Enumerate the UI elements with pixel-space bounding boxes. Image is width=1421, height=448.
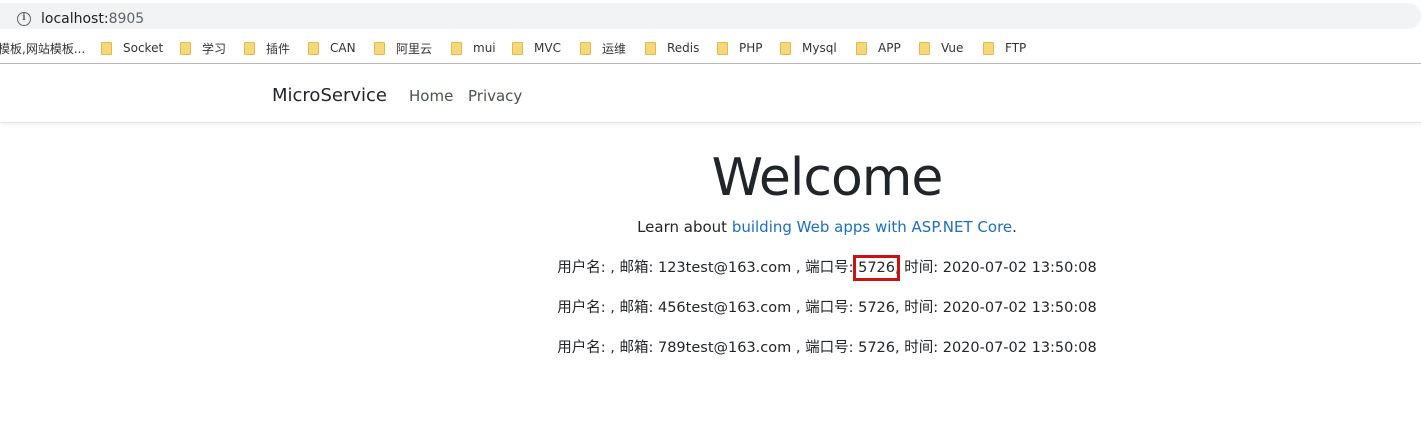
navbar-brand[interactable]: MicroService bbox=[272, 84, 387, 108]
user-row: 用户名: , 邮箱: 456test@163.com , 端口号: 5726, … bbox=[0, 298, 1421, 318]
user-email: 456test@163.com bbox=[657, 300, 792, 316]
bookmark-label: Redis bbox=[667, 41, 700, 55]
bookmark-folder[interactable]: 学习 bbox=[180, 33, 226, 63]
user-prefix: 用户名: , 邮箱: bbox=[557, 340, 658, 356]
user-time: 2020-07-02 13:50:08 bbox=[942, 340, 1097, 356]
bookmark-label: Mysql bbox=[802, 41, 837, 55]
user-time-label: , 时间: bbox=[895, 300, 943, 316]
site-navbar: MicroService Home Privacy bbox=[0, 65, 1421, 123]
address-bar: i localhost:8905 bbox=[0, 0, 1421, 33]
folder-icon bbox=[717, 41, 728, 55]
user-time: 2020-07-02 13:50:08 bbox=[942, 260, 1097, 276]
folder-icon bbox=[983, 41, 994, 55]
bookmark-label: APP bbox=[878, 41, 901, 55]
learn-suffix: . bbox=[1012, 218, 1017, 236]
folder-icon bbox=[180, 41, 191, 55]
info-icon[interactable]: i bbox=[17, 12, 31, 26]
bookmark-label: Socket bbox=[123, 41, 164, 55]
user-row: 用户名: , 邮箱: 123test@163.com , 端口号: 5726, … bbox=[0, 255, 1421, 281]
main-content: Welcome Learn about building Web apps wi… bbox=[0, 124, 1421, 448]
bookmark-label: MVC bbox=[534, 41, 561, 55]
bookmark-label: Vue bbox=[941, 41, 964, 55]
folder-icon bbox=[780, 41, 791, 55]
bookmark-label: CAN bbox=[330, 41, 356, 55]
bookmark-folder[interactable]: 阿里云 bbox=[374, 33, 432, 63]
bookmark-folder[interactable]: mui bbox=[451, 33, 496, 63]
folder-icon bbox=[101, 41, 112, 55]
bookmark-item[interactable]: 模板,网站模板... bbox=[0, 33, 85, 63]
bookmark-label: 运维 bbox=[602, 41, 627, 56]
bookmark-label: 插件 bbox=[266, 41, 291, 56]
folder-icon bbox=[308, 41, 319, 55]
nav-link-home[interactable]: Home bbox=[409, 86, 453, 106]
user-prefix: 用户名: , 邮箱: bbox=[557, 260, 658, 276]
aspnet-docs-link[interactable]: building Web apps with ASP.NET Core bbox=[732, 218, 1012, 236]
bookmark-folder[interactable]: Mysql bbox=[780, 33, 837, 63]
bookmark-label: 模板,网站模板... bbox=[0, 41, 86, 56]
bookmark-folder[interactable]: APP bbox=[856, 33, 901, 63]
learn-paragraph: Learn about building Web apps with ASP.N… bbox=[0, 217, 1421, 237]
bookmark-label: 学习 bbox=[202, 41, 227, 56]
user-prefix: 用户名: , 邮箱: bbox=[557, 300, 658, 316]
url-host: localhost: bbox=[41, 11, 109, 27]
url-port: 8905 bbox=[108, 11, 145, 27]
user-time-label: , 时间: bbox=[895, 340, 943, 356]
user-email: 789test@163.com bbox=[657, 340, 792, 356]
folder-icon bbox=[580, 41, 591, 55]
bookmarks-bar: 模板,网站模板... Socket 学习 插件 CAN 阿里云 mui MVC … bbox=[0, 33, 1421, 64]
user-port-highlighted: 5726 bbox=[853, 255, 900, 281]
user-email: 123test@163.com bbox=[657, 260, 792, 276]
bookmark-folder[interactable]: Vue bbox=[919, 33, 963, 63]
bookmark-folder[interactable]: 运维 bbox=[580, 33, 626, 63]
folder-icon bbox=[374, 41, 385, 55]
url-text[interactable]: localhost:8905 bbox=[41, 10, 144, 28]
bookmark-folder[interactable]: 插件 bbox=[244, 33, 290, 63]
folder-icon bbox=[512, 41, 523, 55]
bookmark-folder[interactable]: CAN bbox=[308, 33, 356, 63]
folder-icon bbox=[451, 41, 462, 55]
user-port: 5726 bbox=[858, 340, 895, 356]
user-port: 5726 bbox=[858, 300, 895, 316]
user-port-label: , 端口号: bbox=[791, 260, 859, 276]
user-port-label: , 端口号: bbox=[791, 300, 859, 316]
bookmark-label: PHP bbox=[739, 41, 763, 55]
bookmark-label: FTP bbox=[1005, 41, 1027, 55]
nav-link-privacy[interactable]: Privacy bbox=[468, 86, 522, 106]
bookmark-folder[interactable]: PHP bbox=[717, 33, 763, 63]
bookmark-label: 阿里云 bbox=[396, 41, 433, 56]
folder-icon bbox=[645, 41, 656, 55]
folder-icon bbox=[856, 41, 867, 55]
folder-icon bbox=[244, 41, 255, 55]
user-port-label: , 端口号: bbox=[791, 340, 859, 356]
folder-icon bbox=[919, 41, 930, 55]
omnibox[interactable]: i localhost:8905 bbox=[0, 3, 1421, 29]
bookmark-folder[interactable]: FTP bbox=[983, 33, 1026, 63]
bookmark-label: mui bbox=[473, 41, 496, 55]
bookmark-folder[interactable]: MVC bbox=[512, 33, 561, 63]
user-time-label: , 时间: bbox=[895, 260, 943, 276]
learn-prefix: Learn about bbox=[637, 218, 732, 236]
user-row: 用户名: , 邮箱: 789test@163.com , 端口号: 5726, … bbox=[0, 338, 1421, 358]
bookmark-folder[interactable]: Redis bbox=[645, 33, 699, 63]
user-time: 2020-07-02 13:50:08 bbox=[942, 300, 1097, 316]
bookmark-folder[interactable]: Socket bbox=[101, 33, 163, 63]
page-title: Welcome bbox=[711, 148, 944, 208]
